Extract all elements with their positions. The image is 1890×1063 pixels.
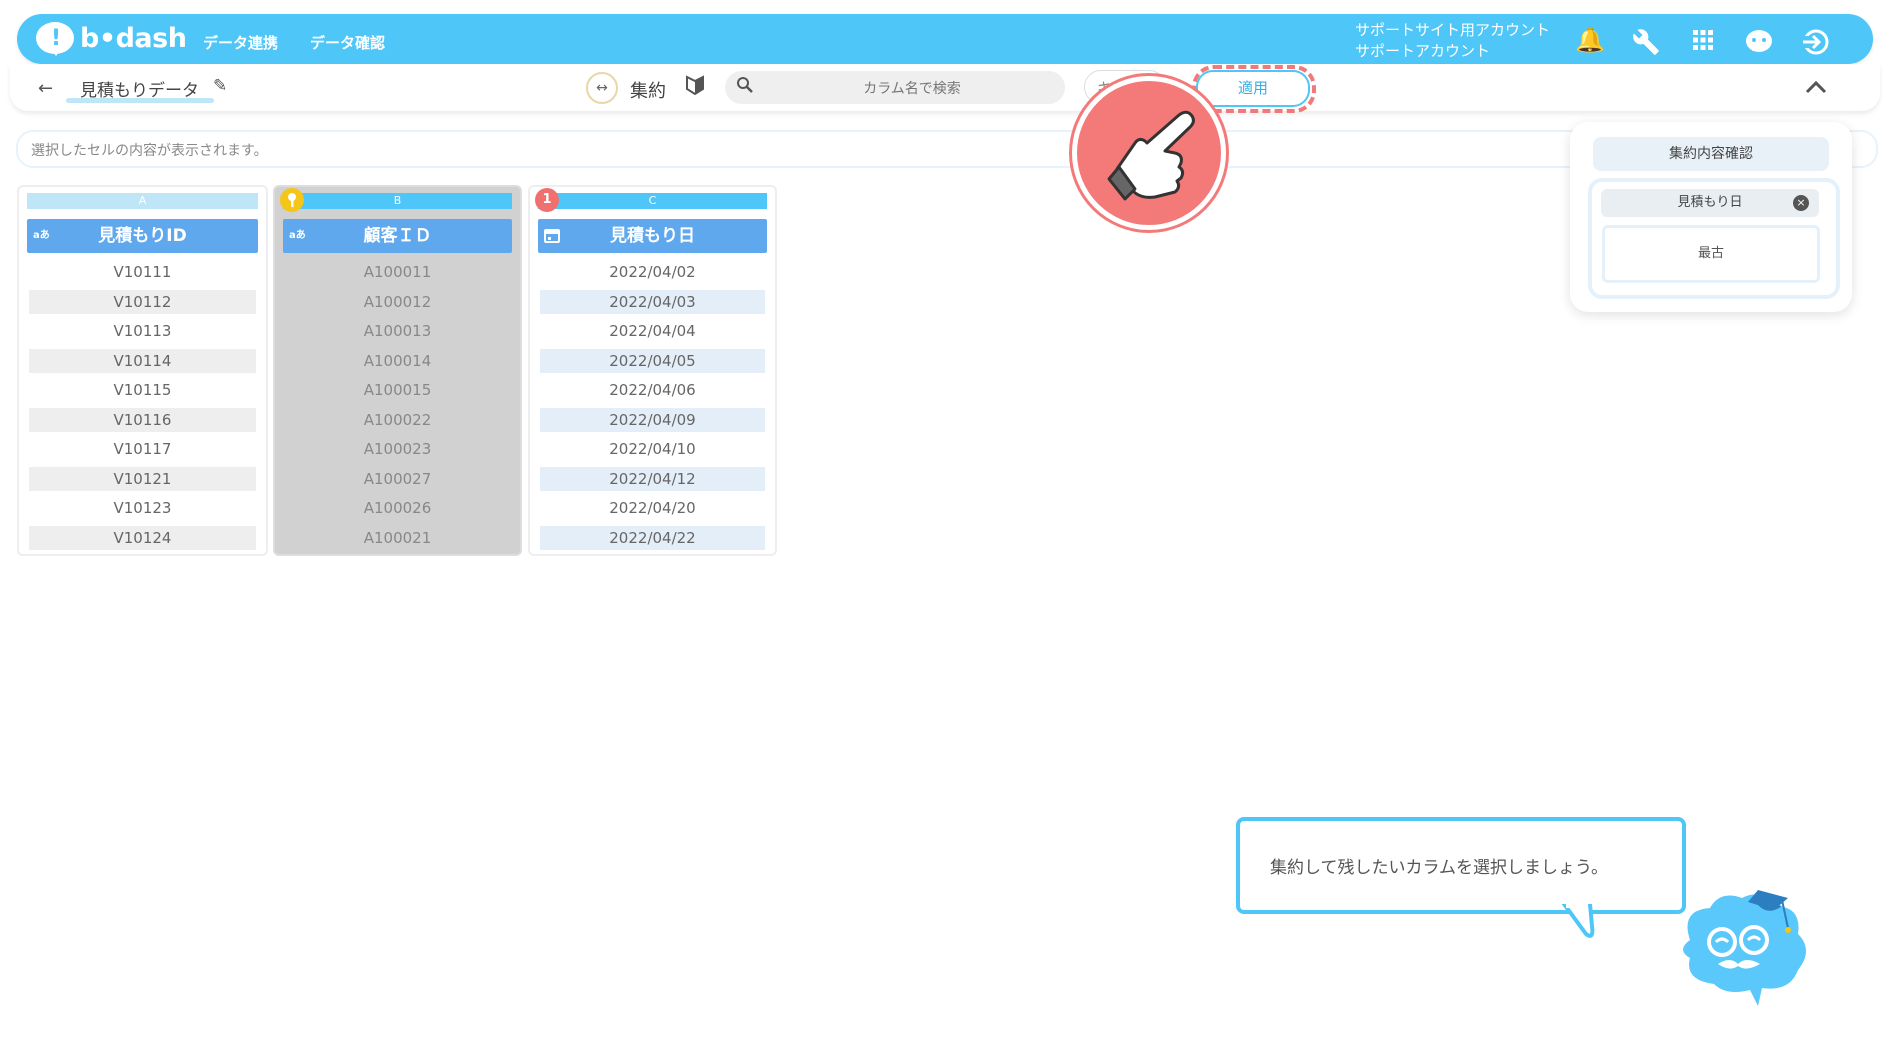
apps-grid-icon[interactable] xyxy=(1688,28,1718,56)
speech-bubble-tail xyxy=(1561,904,1595,938)
column-letter: B xyxy=(283,193,512,209)
chat-bot-icon[interactable] xyxy=(1744,28,1774,60)
tutorial-message: 集約して残したいカラムを選択しましょう。 xyxy=(1270,858,1608,878)
aggregation-column-chip: 見積もり日 xyxy=(1601,189,1819,217)
account-sub-name: サポートアカウント xyxy=(1355,42,1491,60)
table-cell[interactable]: 2022/04/06 xyxy=(540,378,765,402)
back-arrow-icon[interactable]: ← xyxy=(38,78,53,99)
beginner-mark-icon[interactable] xyxy=(686,75,704,100)
table-cell[interactable]: A100014 xyxy=(285,349,510,373)
table-cell[interactable]: A100027 xyxy=(285,467,510,491)
cell-content-placeholder: 選択したセルの内容が表示されます。 xyxy=(31,143,268,159)
wrench-icon[interactable] xyxy=(1631,28,1661,60)
table-cell[interactable]: V10124 xyxy=(29,526,256,550)
column-letter: C xyxy=(538,193,767,209)
table-cell[interactable]: A100021 xyxy=(285,526,510,550)
column-name: 顧客ＩＤ xyxy=(363,226,432,246)
table-cell[interactable]: A100015 xyxy=(285,378,510,402)
table-cell[interactable]: V10115 xyxy=(29,378,256,402)
column-a[interactable]: A aあ 見積もりID V10111 V10112 V10113 V10114 … xyxy=(17,185,268,556)
table-cell[interactable]: A100012 xyxy=(285,290,510,314)
table-cell[interactable]: 2022/04/20 xyxy=(540,496,765,520)
logo-bubble-icon: ! xyxy=(36,22,74,56)
selection-order-badge: 1 xyxy=(535,188,559,212)
account-name: サポートサイト用アカウント xyxy=(1355,21,1551,39)
column-name: 見積もりID xyxy=(98,226,187,246)
table-cell[interactable]: 2022/04/04 xyxy=(540,319,765,343)
logo[interactable]: ! b•dash xyxy=(36,22,187,56)
mascot-character-icon xyxy=(1670,880,1820,1024)
table-cell[interactable]: A100026 xyxy=(285,496,510,520)
edit-pencil-icon[interactable]: ✎ xyxy=(213,76,227,96)
table-cell[interactable]: V10123 xyxy=(29,496,256,520)
account-info[interactable]: サポートサイト用アカウント サポートアカウント xyxy=(1355,20,1550,62)
table-cell[interactable]: 2022/04/12 xyxy=(540,467,765,491)
logo-text: b•dash xyxy=(80,22,187,54)
pointing-hand-icon xyxy=(1072,76,1226,230)
table-cell[interactable]: V10114 xyxy=(29,349,256,373)
aggregation-method-option[interactable]: 最古 xyxy=(1602,225,1820,283)
table-cell[interactable]: V10121 xyxy=(29,467,256,491)
table-cell[interactable]: 2022/04/22 xyxy=(540,526,765,550)
chevron-up-icon[interactable] xyxy=(1805,75,1827,100)
table-cell[interactable]: V10111 xyxy=(29,260,256,284)
table-cell[interactable]: A100013 xyxy=(285,319,510,343)
nav-data-integration[interactable]: データ連携 xyxy=(203,32,278,53)
panel-title: 集約内容確認 xyxy=(1593,137,1829,171)
search-icon xyxy=(736,76,753,98)
table-cell[interactable]: 2022/04/02 xyxy=(540,260,765,284)
column-letter: A xyxy=(27,193,258,209)
table-cell[interactable]: A100023 xyxy=(285,437,510,461)
column-name: 見積もり日 xyxy=(610,226,695,246)
column-header[interactable]: 見積もり日 xyxy=(538,219,767,253)
table-cell[interactable]: V10113 xyxy=(29,319,256,343)
aggregate-icon: ↔ xyxy=(586,72,618,104)
column-header[interactable]: aあ 顧客ＩＤ xyxy=(283,219,512,253)
table-cell[interactable]: A100011 xyxy=(285,260,510,284)
logout-icon[interactable] xyxy=(1800,28,1830,60)
table-cell[interactable]: 2022/04/05 xyxy=(540,349,765,373)
table-cell[interactable]: V10112 xyxy=(29,290,256,314)
column-search-input[interactable] xyxy=(760,71,1064,106)
dataset-title[interactable]: 見積もりデータ xyxy=(80,76,199,101)
column-header[interactable]: aあ 見積もりID xyxy=(27,219,258,253)
column-c[interactable]: C 見積もり日 2022/04/02 2022/04/03 2022/04/04… xyxy=(528,185,777,556)
primary-key-icon xyxy=(280,188,304,212)
table-cell[interactable]: V10116 xyxy=(29,408,256,432)
table-cell[interactable]: 2022/04/03 xyxy=(540,290,765,314)
close-icon[interactable]: × xyxy=(1793,195,1809,211)
table-cell[interactable]: A100022 xyxy=(285,408,510,432)
bell-icon[interactable]: 🔔 xyxy=(1575,28,1605,52)
table-cell[interactable]: V10117 xyxy=(29,437,256,461)
mode-label: 集約 xyxy=(630,81,666,102)
table-cell[interactable]: 2022/04/09 xyxy=(540,408,765,432)
table-cell[interactable]: 2022/04/10 xyxy=(540,437,765,461)
column-b[interactable]: B aあ 顧客ＩＤ A100011 A100012 A100013 A10001… xyxy=(273,185,522,556)
nav-data-check[interactable]: データ確認 xyxy=(310,32,385,53)
